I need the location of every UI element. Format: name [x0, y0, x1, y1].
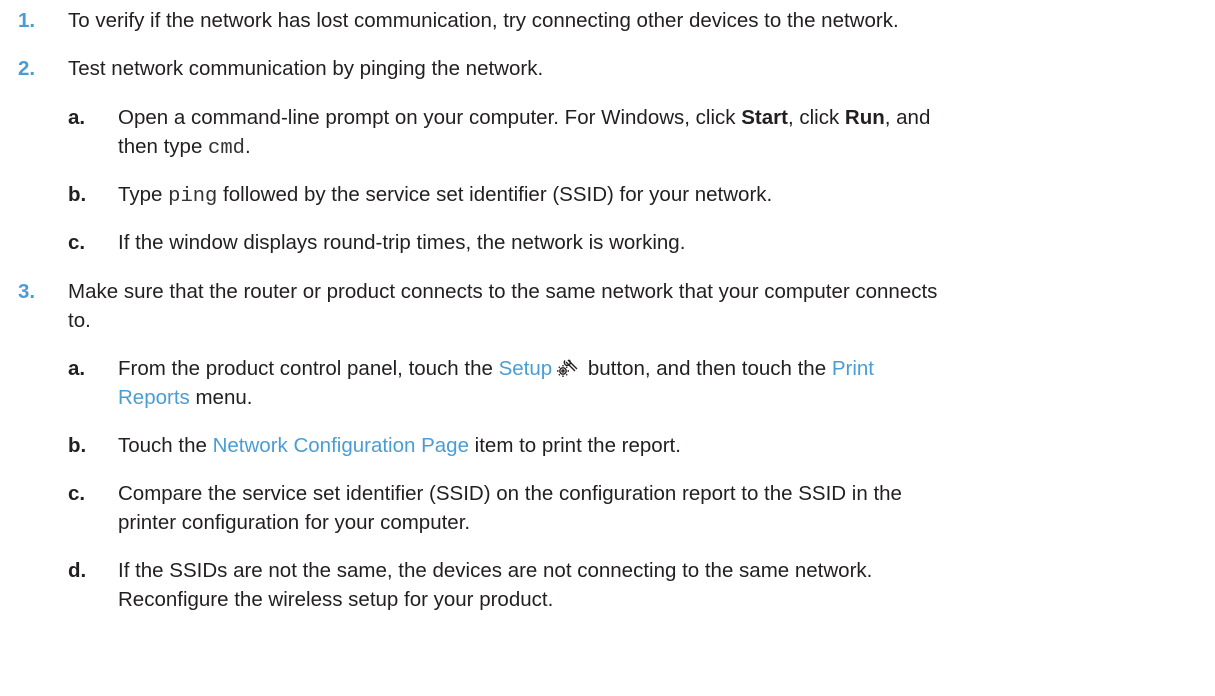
step-1-number: 1. [18, 9, 36, 32]
step-3c-letter: c. [68, 482, 86, 505]
step-3b-letter: b. [68, 434, 87, 457]
step-3d-letter: d. [68, 559, 87, 582]
step-3a-letter: a. [68, 357, 86, 380]
step-1-text: To verify if the network has lost commun… [68, 9, 899, 32]
step-3-number: 3. [18, 280, 36, 303]
step-3c-text-line-2: printer configuration for your computer. [118, 511, 471, 534]
step-2a-text-line-2: then type cmd. [118, 135, 251, 160]
step-2b-text: Type ping followed by the service set id… [118, 183, 773, 208]
step-2c-letter: c. [68, 231, 86, 254]
print-reports-menu-label-part-1: Print [831, 357, 874, 380]
step-2-text: Test network communication by pinging th… [68, 57, 544, 80]
step-3d-text-line-2: Reconfigure the wireless setup for your … [118, 588, 554, 611]
step-2-number: 2. [18, 57, 36, 80]
step-3a-text-line-1: From the product control panel, touch th… [118, 356, 874, 380]
step-3c-text-line-1: Compare the service set identifier (SSID… [118, 482, 902, 505]
cmd-code: cmd [208, 137, 245, 160]
run-command: Run [844, 106, 885, 129]
step-3a-text-line-2: Reports menu. [118, 386, 253, 409]
network-configuration-page-label: Network Configuration Page [212, 434, 469, 457]
step-3-text-line-2: to. [68, 309, 91, 332]
start-command: Start [741, 106, 788, 129]
manual-page: 1. To verify if the network has lost com… [0, 0, 1215, 696]
ping-code: ping [168, 185, 218, 208]
setup-wrench-gear-icon [555, 356, 579, 380]
step-3d-text-line-1: If the SSIDs are not the same, the devic… [118, 559, 873, 582]
step-2c-text: If the window displays round-trip times,… [118, 231, 686, 254]
step-2a-letter: a. [68, 106, 86, 129]
step-2a-text-line-1: Open a command-line prompt on your compu… [118, 106, 931, 129]
step-2b-letter: b. [68, 183, 87, 206]
setup-menu-label: Setup [498, 357, 553, 380]
print-reports-menu-label-part-2: Reports [118, 386, 190, 409]
step-3b-text: Touch the Network Configuration Page ite… [118, 434, 681, 457]
step-3-text-line-1: Make sure that the router or product con… [68, 280, 938, 303]
